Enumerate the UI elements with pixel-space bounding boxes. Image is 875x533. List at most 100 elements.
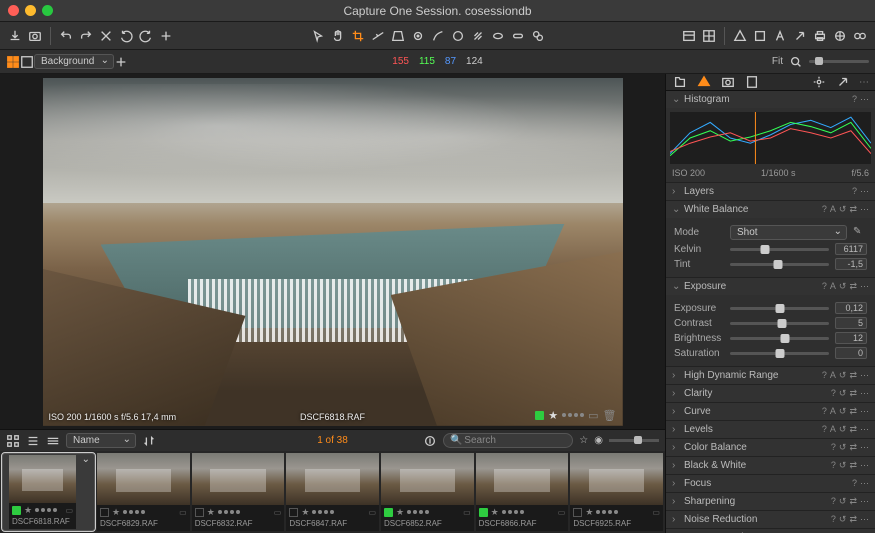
star-icon[interactable]: ★ [301, 507, 309, 518]
star-icon[interactable]: ★ [396, 507, 404, 518]
color-tag-empty[interactable] [195, 508, 204, 517]
panel-header[interactable]: ›Focus?⋯ [666, 475, 875, 492]
single-view-icon[interactable] [20, 55, 34, 69]
star-icon[interactable]: ★ [585, 507, 593, 518]
color-tag-empty[interactable] [100, 508, 109, 517]
settings-tab-icon[interactable] [811, 74, 827, 90]
thumbnail[interactable]: ★▭DSCF6852.RAF [381, 453, 474, 531]
import-icon[interactable] [6, 27, 24, 45]
annotation-icon[interactable] [771, 27, 789, 45]
color-tag-green[interactable] [479, 508, 488, 517]
clone-icon[interactable] [529, 27, 547, 45]
grid-icon[interactable] [700, 27, 718, 45]
gradient-mask-icon[interactable] [469, 27, 487, 45]
filter-icon[interactable] [423, 432, 437, 450]
trash-icon[interactable]: 🗑 [603, 409, 617, 422]
color-tag-green[interactable] [535, 411, 544, 420]
panel-header[interactable]: ›Curve?A↺⇄⋯ [666, 403, 875, 420]
cursor-tools-icon[interactable] [157, 27, 175, 45]
saturation-slider[interactable] [730, 352, 829, 355]
panel-header[interactable]: ›Clarity?↺⇄⋯ [666, 385, 875, 402]
arrow-up-icon[interactable] [791, 27, 809, 45]
brightness-value[interactable]: 12 [835, 332, 867, 344]
minimize-window[interactable] [25, 5, 36, 16]
thumbnail[interactable]: ★▭DSCF6832.RAF [192, 453, 285, 531]
wb-header[interactable]: ⌄ White Balance ?A↺⇄⋯ [666, 201, 875, 218]
kelvin-slider[interactable] [730, 248, 829, 251]
library-tab-icon[interactable] [672, 74, 688, 90]
edit-with-icon[interactable] [831, 27, 849, 45]
metadata-tab-icon[interactable] [744, 74, 760, 90]
preview-image[interactable]: ISO 200 1/1600 s f/5.6 17,4 mm DSCF6818.… [43, 78, 623, 426]
panel-header[interactable]: ›Levels?A↺⇄⋯ [666, 421, 875, 438]
star-icon[interactable]: ★ [548, 409, 558, 422]
brightness-slider[interactable] [730, 337, 829, 340]
sort-select[interactable]: Name [66, 433, 136, 448]
straighten-icon[interactable] [369, 27, 387, 45]
mask-erase-icon[interactable] [449, 27, 467, 45]
viewer[interactable]: ISO 200 1/1600 s f/5.6 17,4 mm DSCF6818.… [0, 74, 665, 429]
saturation-value[interactable]: 0 [835, 347, 867, 359]
color-tag-empty[interactable] [289, 508, 298, 517]
exposure-header[interactable]: ⌄ Exposure ?A↺⇄⋯ [666, 278, 875, 295]
thumb-size-slider[interactable] [609, 439, 659, 442]
eyedropper-icon[interactable]: ✎ [853, 226, 867, 240]
search-input[interactable]: 🔍Search [443, 433, 573, 448]
radial-mask-icon[interactable] [489, 27, 507, 45]
contrast-value[interactable]: 5 [835, 317, 867, 329]
warning-icon[interactable] [731, 27, 749, 45]
zoom-window[interactable] [42, 5, 53, 16]
help-icon[interactable]: ? [852, 94, 857, 105]
capture-tab-icon[interactable] [720, 74, 736, 90]
undo-icon[interactable] [57, 27, 75, 45]
panel-header[interactable]: ›High Dynamic Range?A↺⇄⋯ [666, 367, 875, 384]
mask-draw-icon[interactable] [429, 27, 447, 45]
keystone-icon[interactable] [389, 27, 407, 45]
pointer-icon[interactable] [309, 27, 327, 45]
thumbnail[interactable]: ★▭DSCF6925.RAF [570, 453, 663, 531]
capture-icon[interactable] [26, 27, 44, 45]
thumbnail[interactable]: ★▭DSCF6866.RAF [476, 453, 569, 531]
panel-header[interactable]: ›Black & White?↺⇄⋯ [666, 457, 875, 474]
panel-header[interactable]: ›Color Balance?↺⇄⋯ [666, 439, 875, 456]
color-tag-green[interactable] [384, 508, 393, 517]
exposure-value[interactable]: 0,12 [835, 302, 867, 314]
reset-icon[interactable] [97, 27, 115, 45]
exposure-slider[interactable] [730, 307, 829, 310]
panel-header[interactable]: ›Noise Reduction?↺⇄⋯ [666, 511, 875, 528]
thumbnail[interactable]: ★▭DSCF6829.RAF [97, 453, 190, 531]
preview-overlay-icon[interactable] [680, 27, 698, 45]
star-icon[interactable]: ★ [207, 507, 215, 518]
layer-select[interactable]: Background [34, 54, 114, 69]
spot-icon[interactable] [409, 27, 427, 45]
browser-filmstrip-icon[interactable] [46, 432, 60, 450]
browser-list-icon[interactable] [26, 432, 40, 450]
rating-filter-star[interactable]: ☆ [579, 435, 588, 446]
star-icon[interactable]: ★ [491, 507, 499, 518]
grid-view-icon[interactable] [6, 55, 20, 69]
panel-header[interactable]: ›Lens Correction?↺⇄⋯ [666, 529, 875, 533]
color-tag-empty[interactable] [573, 508, 582, 517]
hand-icon[interactable] [329, 27, 347, 45]
thumbnail[interactable]: ★▭DSCF6847.RAF [286, 453, 379, 531]
color-tag-green[interactable] [12, 506, 21, 515]
crop-icon[interactable] [349, 27, 367, 45]
redo-icon[interactable] [77, 27, 95, 45]
layers-header[interactable]: › Layers ?⋯ [666, 183, 875, 200]
zoom-slider[interactable] [809, 60, 869, 63]
browser-grid-icon[interactable] [6, 432, 20, 450]
wb-mode-select[interactable]: Shot [730, 225, 847, 240]
panel-header[interactable]: ›Sharpening?↺⇄⋯ [666, 493, 875, 510]
histogram-header[interactable]: ⌄ Histogram ?⋯ [666, 91, 875, 108]
contrast-slider[interactable] [730, 322, 829, 325]
rotate-left-icon[interactable] [117, 27, 135, 45]
kelvin-value[interactable]: 6117 [835, 243, 867, 255]
tint-value[interactable]: -1,5 [835, 258, 867, 270]
adjust-tab-icon[interactable] [696, 74, 712, 90]
close-window[interactable] [8, 5, 19, 16]
add-layer-icon[interactable] [114, 55, 128, 69]
export-tab-icon[interactable] [835, 74, 851, 90]
tint-slider[interactable] [730, 263, 829, 266]
zoom-icon[interactable] [789, 55, 803, 69]
menu-icon[interactable]: ⋯ [860, 94, 869, 105]
